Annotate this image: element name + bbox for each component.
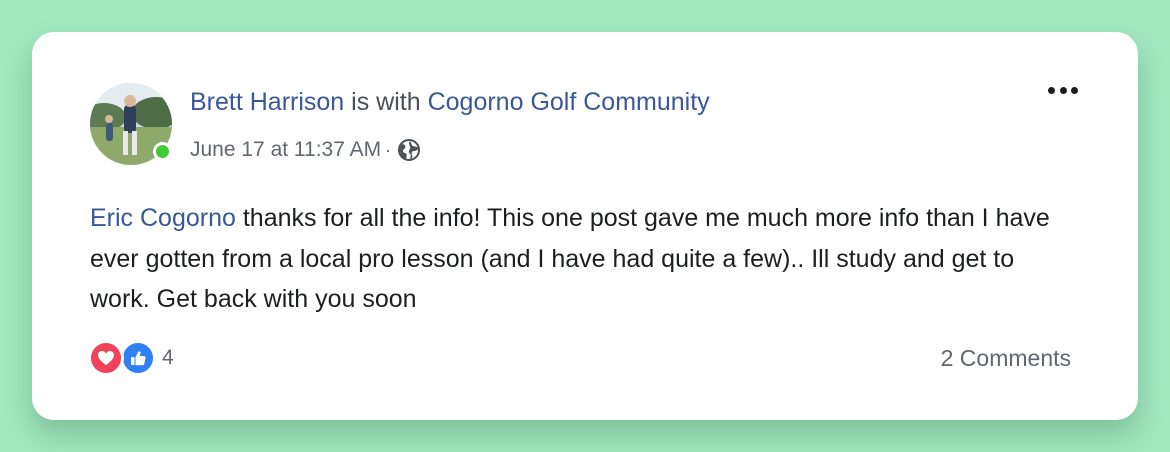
like-icon (120, 340, 156, 376)
mention-link[interactable]: Eric Cogorno (90, 204, 236, 232)
reaction-count: 4 (162, 346, 174, 369)
with-text: is with (351, 88, 421, 116)
post-card: Brett Harrison is with Cogorno Golf Comm… (32, 32, 1138, 420)
globe-icon[interactable] (397, 138, 421, 162)
post-body: Eric Cogorno thanks for all the info! Th… (90, 198, 1080, 320)
meta-separator: · (385, 139, 392, 160)
timestamp-link[interactable]: June 17 at 11:37 AM (190, 138, 381, 162)
author-name-link[interactable]: Brett Harrison (190, 88, 344, 116)
online-status-dot (153, 142, 172, 161)
post-header: Brett Harrison is with Cogorno Golf Comm… (190, 88, 710, 117)
comments-count-link[interactable]: 2 Comments (941, 345, 1071, 372)
reactions-summary[interactable]: 4 (88, 340, 174, 376)
love-icon (88, 340, 124, 376)
group-name-link[interactable]: Cogorno Golf Community (428, 88, 710, 116)
post-meta: June 17 at 11:37 AM · (190, 138, 421, 162)
more-options-icon[interactable] (1048, 80, 1078, 100)
